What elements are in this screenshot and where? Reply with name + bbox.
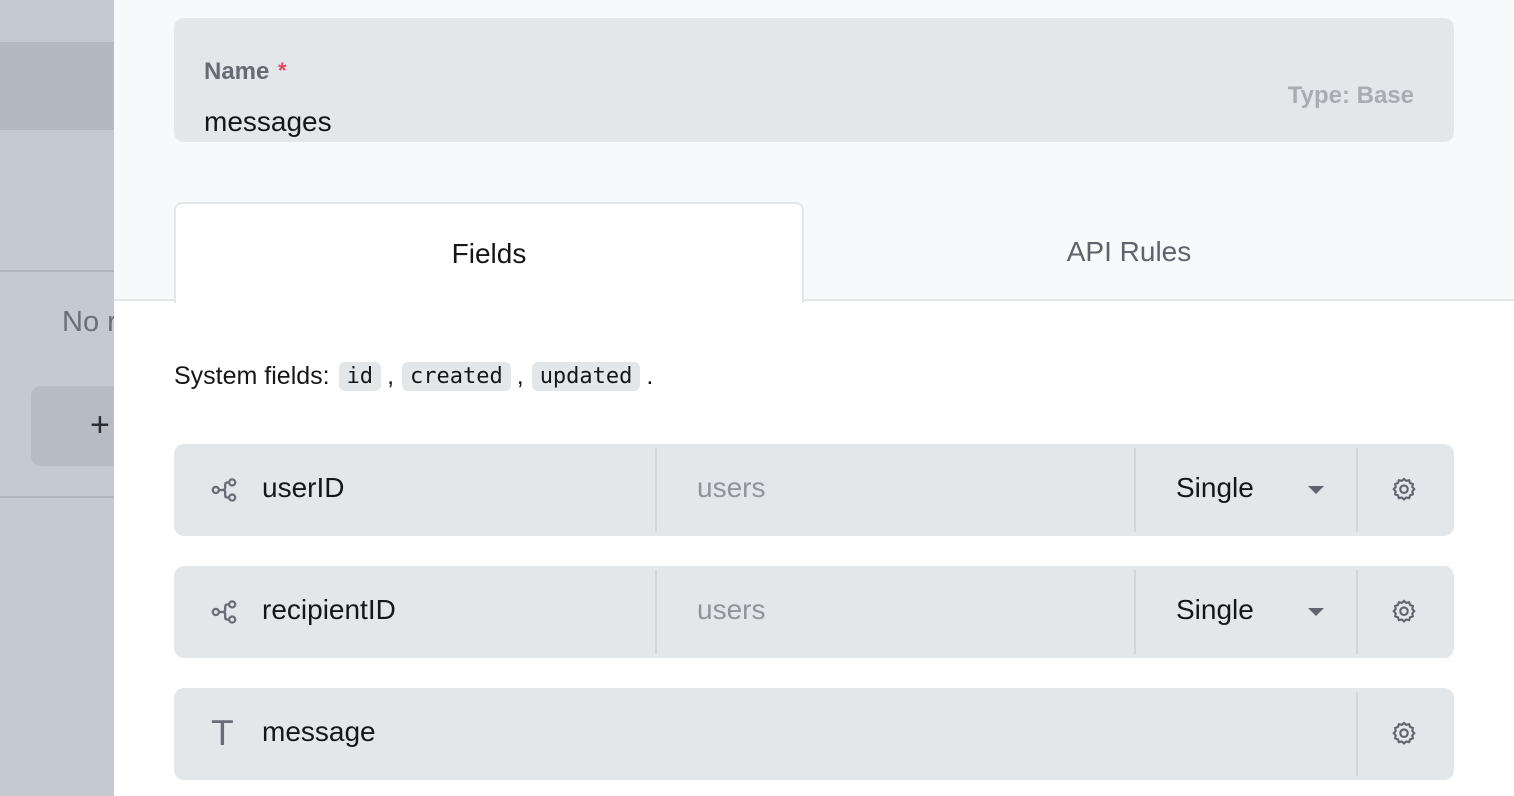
separator: , <box>387 362 395 390</box>
plus-icon: + <box>90 406 110 444</box>
relation-icon <box>210 598 238 626</box>
field-row-recipientid[interactable]: recipientID users Single <box>174 566 1454 658</box>
system-field-created: created <box>402 362 511 391</box>
divider <box>1356 448 1358 532</box>
system-fields-note: System fields: id , created , updated . <box>174 362 659 391</box>
system-field-updated: updated <box>531 362 641 391</box>
divider <box>1356 570 1358 654</box>
panel-header: Name * messages Type: Base Fields API Ru… <box>114 0 1514 303</box>
name-label: Name <box>204 58 270 85</box>
collection-name-field[interactable]: Name * messages Type: Base <box>174 18 1454 142</box>
gear-icon[interactable] <box>1390 598 1418 626</box>
chevron-down-icon[interactable] <box>1308 486 1324 494</box>
period: . <box>646 362 654 390</box>
gear-icon[interactable] <box>1390 720 1418 748</box>
field-name-input[interactable]: message <box>262 716 376 748</box>
relation-icon <box>210 476 238 504</box>
collection-type-label[interactable]: Type: Base <box>1288 82 1414 110</box>
system-field-id: id <box>338 362 382 391</box>
background-empty-text: No r <box>62 306 114 338</box>
field-name-input[interactable]: userID <box>262 472 344 504</box>
divider <box>655 570 657 654</box>
divider <box>1134 448 1136 532</box>
collection-editor-panel: Name * messages Type: Base Fields API Ru… <box>114 0 1514 796</box>
collection-name-input[interactable]: messages <box>204 106 332 138</box>
required-marker: * <box>278 58 287 83</box>
separator: , <box>516 362 524 390</box>
text-icon: T <box>212 714 233 754</box>
background-divider <box>0 270 114 272</box>
field-name-input[interactable]: recipientID <box>262 594 396 626</box>
relation-collection-select[interactable]: users <box>697 594 765 626</box>
relation-mode-select[interactable]: Single <box>1176 472 1254 504</box>
relation-mode-select[interactable]: Single <box>1176 594 1254 626</box>
gear-icon[interactable] <box>1390 476 1418 504</box>
field-row-message[interactable]: T message <box>174 688 1454 780</box>
divider <box>655 448 657 532</box>
relation-collection-select[interactable]: users <box>697 472 765 504</box>
background-divider <box>0 496 114 498</box>
tab-api-rules[interactable]: API Rules <box>804 202 1454 302</box>
background-page: No r + <box>0 0 114 796</box>
divider <box>1356 692 1358 776</box>
chevron-down-icon[interactable] <box>1308 608 1324 616</box>
system-fields-label: System fields: <box>174 362 330 390</box>
field-row-userid[interactable]: userID users Single <box>174 444 1454 536</box>
background-header-band <box>0 42 114 130</box>
divider <box>1134 570 1136 654</box>
tab-fields[interactable]: Fields <box>174 202 804 303</box>
